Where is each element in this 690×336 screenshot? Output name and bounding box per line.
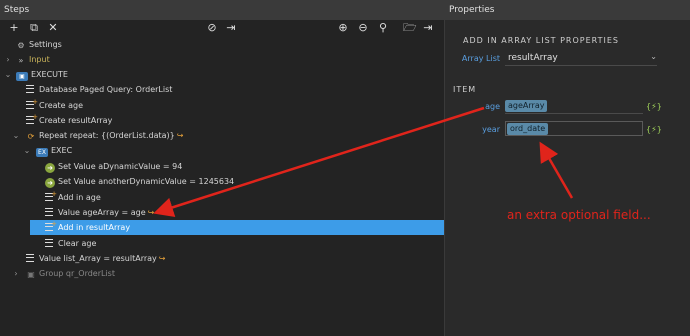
annotation-arrows (153, 106, 574, 217)
annotation-text: an extra optional field... (507, 208, 651, 222)
arrow-to-value-agearray (153, 106, 485, 217)
arrow-to-year-field (539, 141, 574, 199)
